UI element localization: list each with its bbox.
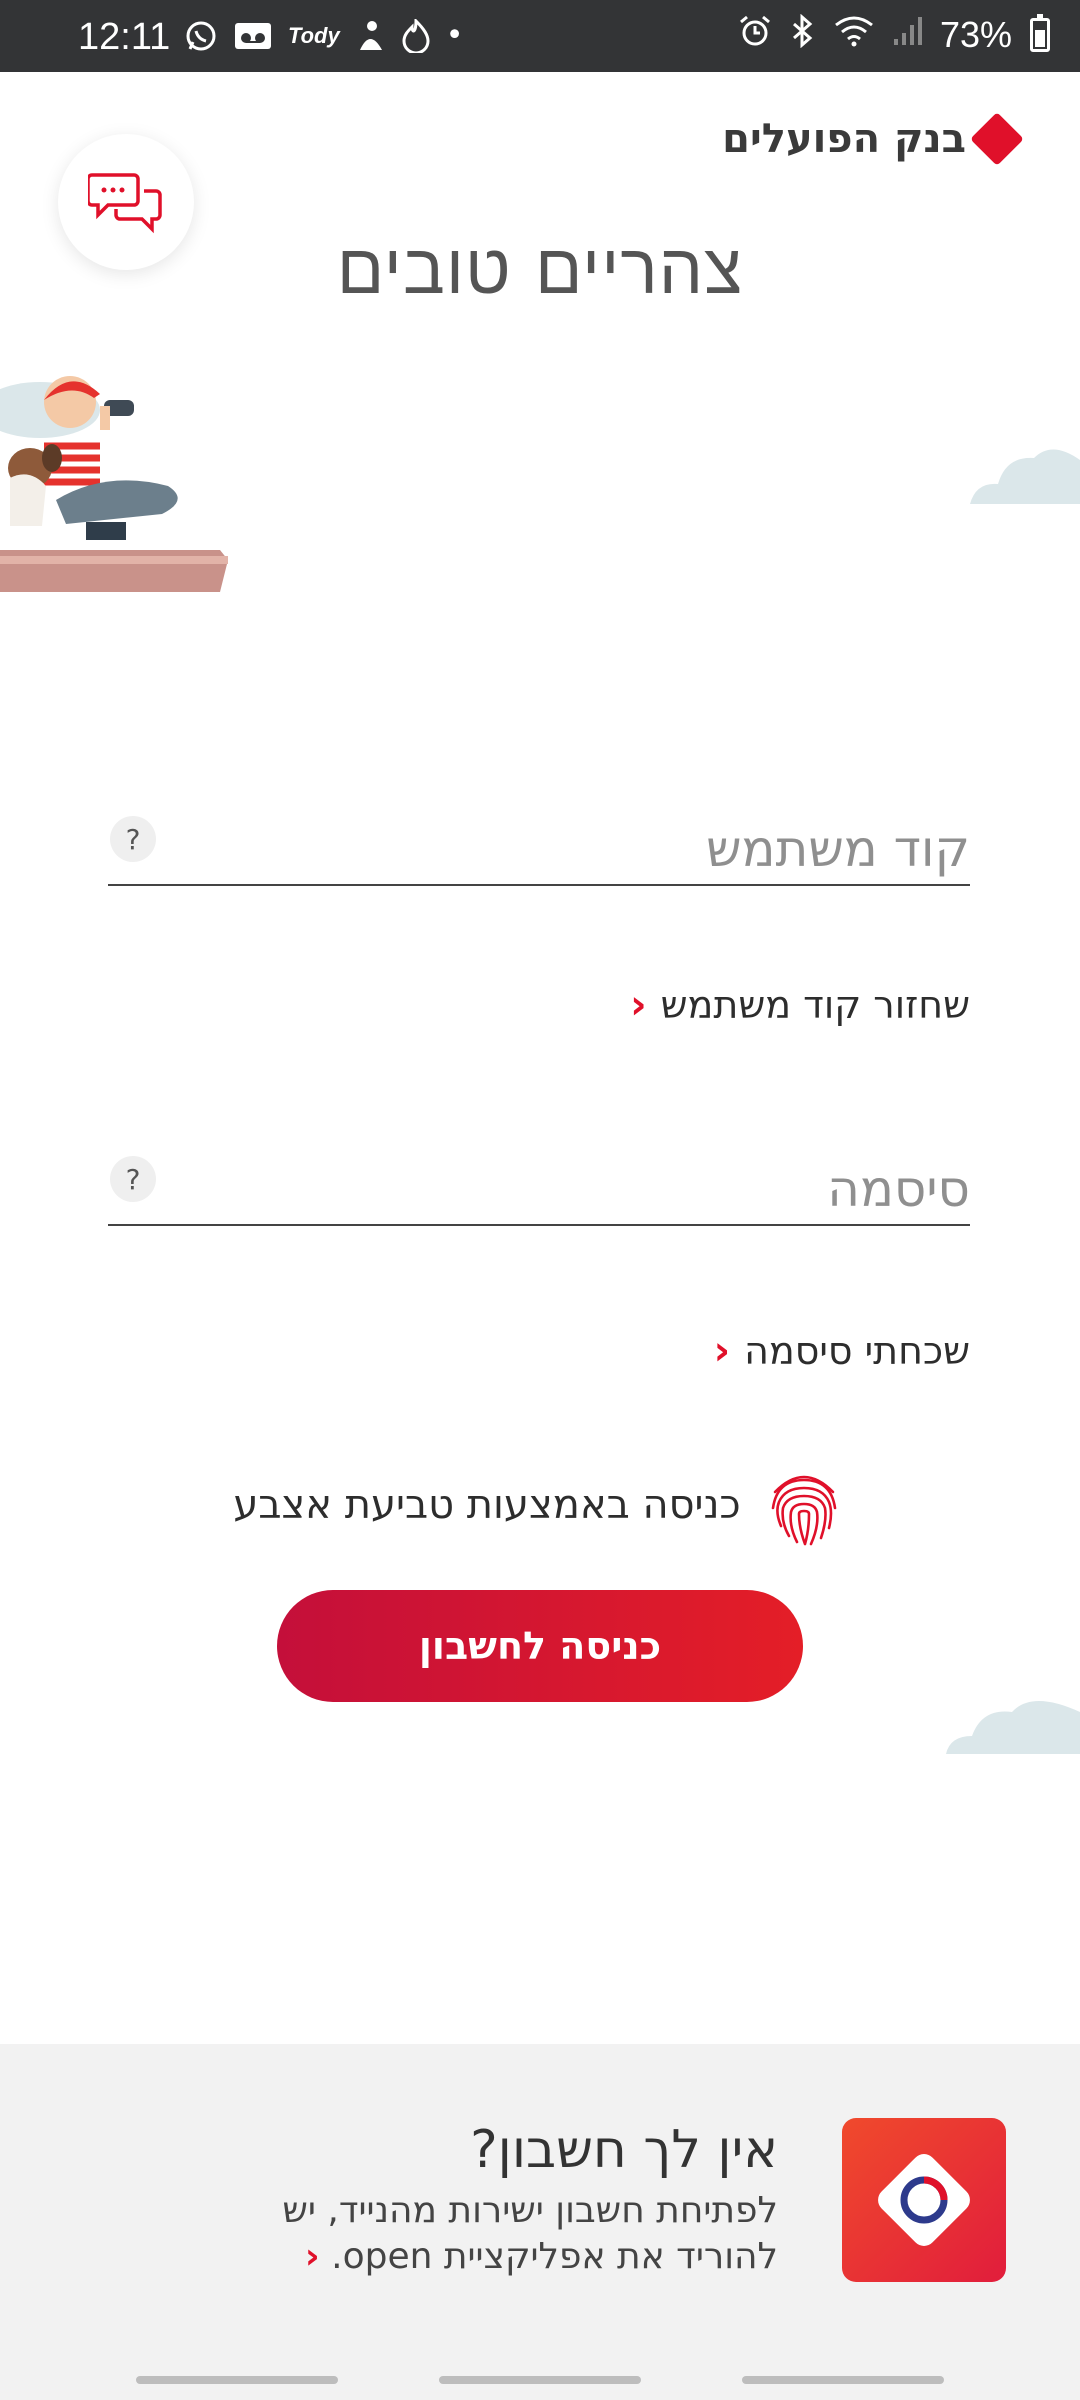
fitness-icon [356, 20, 386, 52]
cloud-decoration [946, 1701, 1080, 1754]
chevron-left-icon: ‹ [713, 1328, 731, 1374]
chat-bubbles-icon [88, 173, 162, 234]
open-account-banner[interactable]: אין לך חשבון? לפתיחת חשבון ישירות מהנייד… [0, 2044, 1080, 2360]
fingerprint-login[interactable]: כניסה באמצעות טביעת אצבע [0, 1462, 1080, 1548]
status-time: 12:11 [78, 16, 171, 58]
nav-home-button[interactable] [439, 2376, 641, 2384]
logo-diamond-icon [970, 112, 1024, 166]
battery-icon [1030, 14, 1050, 52]
system-nav-bar [0, 2360, 1080, 2400]
cloud-decoration [970, 449, 1080, 504]
fingerprint-icon [771, 1475, 836, 1546]
tody-icon: Tody [288, 22, 340, 48]
recover-username-label: שחזור קוד משתמש [660, 983, 970, 1027]
bluetooth-icon [790, 13, 816, 56]
system-icons: 73% [738, 13, 1050, 56]
nav-recents-button[interactable] [136, 2376, 338, 2384]
login-button[interactable]: כניסה לחשבון [277, 1590, 803, 1702]
password-field[interactable]: סיסמה ? [108, 1146, 970, 1226]
alarm-icon [738, 14, 772, 56]
username-placeholder: קוד משתמש [706, 820, 970, 878]
greeting-title: צהריים טובים [336, 228, 744, 310]
recover-username-link[interactable]: שחזור קוד משתמש ‹ [630, 982, 970, 1028]
status-bar: 12:11 Tody • 73% [0, 0, 1080, 72]
battery-percent: 73% [939, 14, 1012, 55]
boy-with-binoculars-illustration [0, 376, 228, 592]
fingerprint-login-label: כניסה באמצעות טביעת אצבע [233, 1482, 741, 1528]
notification-icons: Tody • [184, 18, 463, 53]
chevron-left-icon: ‹ [304, 2236, 320, 2277]
banner-body[interactable]: לפתיחת חשבון ישירות מהנייד, יש להוריד את… [178, 2188, 778, 2280]
banner-title: אין לך חשבון? [470, 2120, 778, 2180]
wifi-icon [834, 15, 874, 55]
voicemail-icon [234, 21, 272, 51]
forgot-password-link[interactable]: שכחתי סיסמה ‹ [714, 1328, 970, 1374]
password-placeholder: סיסמה [827, 1160, 970, 1218]
chevron-left-icon: ‹ [630, 982, 647, 1028]
tinder-icon [402, 18, 430, 53]
open-app-icon[interactable] [842, 2118, 1006, 2282]
dot-icon: • [445, 18, 464, 53]
signal-icon [892, 15, 922, 55]
banner-body-text: לפתיחת חשבון ישירות מהנייד, יש להוריד את… [282, 2190, 778, 2277]
bank-name: בנק הפועלים [722, 116, 966, 162]
bank-logo: בנק הפועלים [722, 112, 1024, 166]
banner-text: אין לך חשבון? לפתיחת חשבון ישירות מהנייד… [178, 2120, 778, 2280]
password-help-button[interactable]: ? [110, 1156, 156, 1202]
username-help-button[interactable]: ? [110, 816, 156, 862]
nav-back-button[interactable] [742, 2376, 944, 2384]
whatsapp-icon [184, 19, 218, 53]
open-logo-icon [878, 2154, 970, 2246]
forgot-password-label: שכחתי סיסמה [744, 1329, 970, 1373]
username-field[interactable]: קוד משתמש ? [108, 806, 970, 886]
